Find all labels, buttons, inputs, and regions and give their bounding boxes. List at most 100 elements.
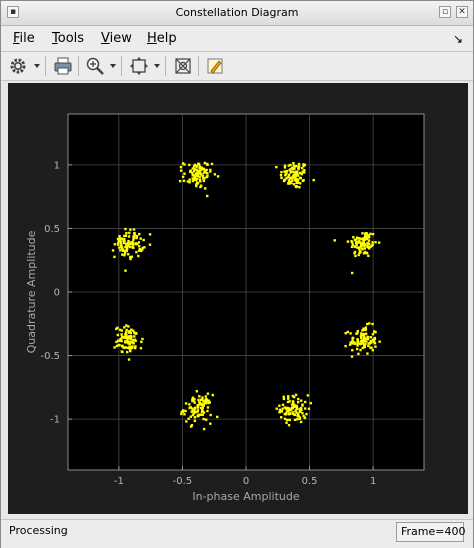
symbol-point	[358, 239, 361, 243]
symbol-point	[278, 404, 281, 407]
symbol-point	[357, 253, 360, 257]
symbol-point	[369, 335, 373, 339]
printer-icon[interactable]	[53, 56, 73, 76]
symbol-point	[206, 194, 209, 198]
menu-help[interactable]: Help	[147, 31, 177, 46]
symbol-point	[126, 346, 130, 350]
x-tick-label: 0.5	[302, 476, 318, 487]
symbol-point	[363, 345, 366, 349]
maximize-icon[interactable]: ▫	[439, 6, 451, 18]
symbol-point	[353, 245, 357, 248]
x-tick-label: -1	[114, 476, 124, 487]
symbol-point	[287, 397, 290, 400]
symbol-point	[296, 400, 300, 404]
scale-axes-icon[interactable]	[129, 56, 149, 76]
symbol-point	[209, 413, 212, 417]
constellation-plot[interactable]: -1 -0.5 0 0.5 1 -1 -0.5 0 0.5 1 In-phase Amplitude…	[8, 83, 468, 514]
symbol-point	[301, 179, 305, 182]
symbol-point	[301, 403, 304, 406]
symbol-point	[119, 338, 122, 341]
symbol-point	[135, 332, 138, 335]
symbol-point	[279, 174, 283, 177]
symbol-point	[200, 173, 203, 176]
symbol-point	[297, 162, 301, 166]
symbol-point	[216, 415, 219, 419]
symbol-point	[124, 245, 127, 249]
symbol-point	[202, 404, 205, 407]
symbol-point	[294, 393, 298, 397]
symbol-point	[132, 235, 135, 238]
scale-dropdown-icon[interactable]	[154, 64, 160, 68]
symbol-point	[211, 393, 214, 397]
symbol-point	[303, 163, 307, 167]
zoom-dropdown-icon[interactable]	[110, 64, 116, 68]
symbol-point	[126, 338, 129, 342]
symbol-point	[359, 348, 362, 352]
signal-cursor-icon[interactable]	[173, 56, 193, 76]
symbol-point	[291, 406, 294, 410]
symbol-point	[182, 179, 186, 183]
highlight-pen-icon[interactable]	[205, 56, 225, 76]
symbol-point	[367, 344, 370, 348]
symbol-point	[186, 180, 190, 183]
close-icon[interactable]: ✕	[456, 6, 468, 18]
symbol-point	[294, 173, 297, 176]
symbol-point	[352, 236, 355, 239]
symbol-point	[302, 414, 305, 418]
symbol-point	[351, 243, 355, 246]
symbol-point	[113, 243, 117, 246]
symbol-point	[291, 411, 294, 415]
symbol-point	[188, 406, 191, 410]
menu-tools[interactable]: Tools	[52, 31, 84, 46]
symbol-point	[292, 161, 295, 165]
gear-icon[interactable]	[8, 56, 28, 76]
symbol-point	[192, 410, 196, 413]
window-menu-icon[interactable]: ▪	[7, 6, 19, 18]
symbol-point	[135, 234, 139, 238]
menu-view[interactable]: View	[101, 31, 132, 46]
symbol-point	[189, 425, 193, 428]
symbol-point	[127, 358, 131, 361]
symbol-point	[131, 339, 135, 342]
symbol-point	[280, 416, 283, 419]
undock-arrow-icon[interactable]: ↘	[453, 32, 463, 46]
symbol-point	[295, 407, 298, 411]
symbol-point	[183, 172, 186, 175]
symbol-point	[283, 406, 287, 409]
symbol-point	[125, 231, 128, 235]
symbol-point	[184, 409, 187, 413]
symbol-point	[123, 346, 126, 350]
symbol-point	[133, 346, 137, 350]
x-tick-label: 1	[370, 476, 376, 487]
symbol-point	[205, 418, 208, 421]
symbol-point	[183, 413, 186, 416]
symbol-point	[360, 340, 363, 343]
symbol-point	[137, 241, 141, 244]
menu-file[interactable]: File	[13, 31, 35, 46]
symbol-point	[287, 423, 291, 427]
symbol-point	[127, 342, 130, 345]
symbol-point	[132, 228, 136, 231]
symbol-point	[285, 177, 288, 180]
symbol-point	[193, 406, 197, 410]
symbol-point	[297, 167, 300, 171]
symbol-point	[116, 237, 120, 241]
title-bar[interactable]: Constellation Diagram ▪ ▫ ✕	[1, 1, 473, 26]
symbol-point	[303, 168, 306, 172]
symbol-point	[296, 415, 299, 418]
symbol-point	[118, 246, 121, 249]
symbol-point	[121, 248, 124, 251]
menu-tools-label: Tools	[52, 31, 85, 46]
settings-dropdown-icon[interactable]	[34, 64, 40, 68]
symbol-point	[210, 162, 214, 166]
y-tick-label: 0	[54, 288, 60, 299]
symbol-point	[290, 181, 293, 185]
symbol-point	[127, 235, 131, 238]
symbol-point	[275, 165, 278, 169]
symbol-point	[125, 249, 128, 253]
x-tick-label: -0.5	[173, 476, 193, 487]
symbol-point	[306, 394, 310, 397]
zoom-in-icon[interactable]	[85, 56, 105, 76]
symbol-point	[118, 235, 121, 238]
symbol-point	[200, 402, 203, 405]
